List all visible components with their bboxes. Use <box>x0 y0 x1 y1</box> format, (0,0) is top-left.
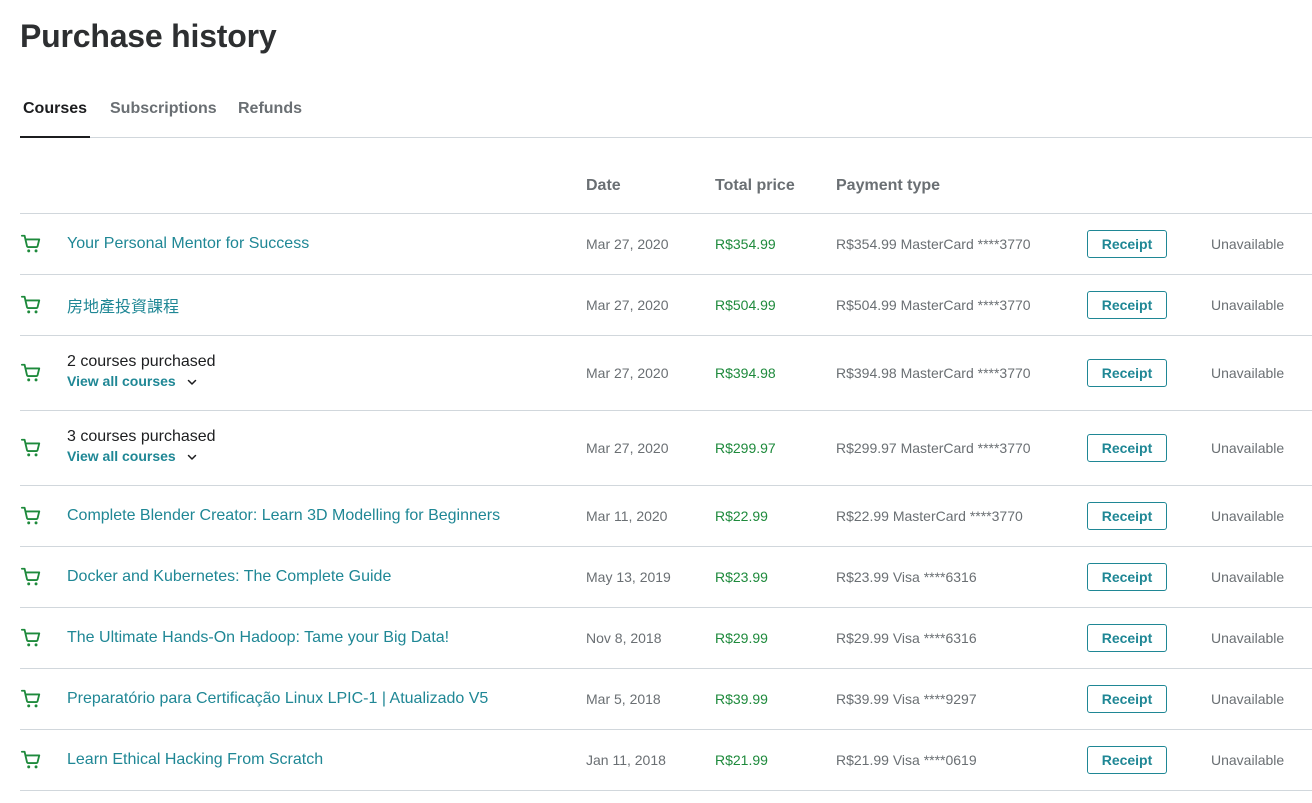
tab-courses[interactable]: Courses <box>20 90 90 138</box>
receipt-button[interactable]: Receipt <box>1087 502 1167 530</box>
payment-type: R$299.97 MasterCard ****3770 <box>836 440 1031 456</box>
table-row: Complete Blender Creator: Learn 3D Model… <box>20 486 1312 547</box>
receipt-button[interactable]: Receipt <box>1087 685 1167 713</box>
cart-icon <box>20 362 42 384</box>
page-title: Purchase history <box>20 18 277 54</box>
payment-type: R$504.99 MasterCard ****3770 <box>836 297 1031 313</box>
table-row: 2 courses purchased View all courses Mar 2… <box>20 336 1312 411</box>
course-title-link[interactable]: The Ultimate Hands-On Hadoop: Tame your … <box>67 629 449 647</box>
courses-purchased-count: 3 courses purchased <box>67 428 216 445</box>
total-price: R$354.99 <box>715 236 776 252</box>
column-header-payment-type: Payment type <box>836 177 941 194</box>
invoice-status: Unavailable <box>1211 297 1285 313</box>
multi-course-cell: 2 courses purchased View all courses <box>67 352 216 391</box>
table-row: Your Personal Mentor for Success Mar 27, … <box>20 214 1312 275</box>
purchase-date: Mar 27, 2020 <box>586 440 669 456</box>
payment-type: R$21.99 Visa ****0619 <box>836 752 977 768</box>
purchase-date: Nov 8, 2018 <box>586 630 662 646</box>
invoice-status: Unavailable <box>1211 569 1285 585</box>
table-row: Learn Ethical Hacking From Scratch Jan 11… <box>20 730 1312 791</box>
cart-icon <box>20 688 42 710</box>
view-all-courses-label: View all courses <box>67 373 176 389</box>
view-all-courses-link[interactable]: View all courses <box>67 373 198 389</box>
table-row: 房地產投資課程 Mar 27, 2020 R$504.99 R$504.99 Mast… <box>20 275 1312 336</box>
table-row: Docker and Kubernetes: The Complete Guid… <box>20 547 1312 608</box>
payment-type: R$354.99 MasterCard ****3770 <box>836 236 1031 252</box>
cart-icon <box>20 437 42 459</box>
invoice-status: Unavailable <box>1211 236 1285 252</box>
chevron-down-icon <box>186 450 198 462</box>
table-row: Preparatório para Certificação Linux LPI… <box>20 669 1312 730</box>
receipt-button[interactable]: Receipt <box>1087 291 1167 319</box>
purchase-date: Mar 27, 2020 <box>586 365 669 381</box>
column-header-date: Date <box>586 177 621 194</box>
cart-icon <box>20 749 42 771</box>
payment-type: R$29.99 Visa ****6316 <box>836 630 977 646</box>
purchase-date: Jan 11, 2018 <box>586 752 666 768</box>
purchase-date: May 13, 2019 <box>586 569 671 585</box>
total-price: R$29.99 <box>715 630 768 646</box>
course-title-link[interactable]: Learn Ethical Hacking From Scratch <box>67 751 323 769</box>
tab-refunds[interactable]: Refunds <box>238 90 302 138</box>
receipt-button[interactable]: Receipt <box>1087 563 1167 591</box>
receipt-button[interactable]: Receipt <box>1087 746 1167 774</box>
invoice-status: Unavailable <box>1211 630 1285 646</box>
total-price: R$23.99 <box>715 569 768 585</box>
course-title-link[interactable]: Preparatório para Certificação Linux LPI… <box>67 690 488 708</box>
purchase-tabs: Courses Subscriptions Refunds <box>20 90 1312 138</box>
table-row: The Ultimate Hands-On Hadoop: Tame your … <box>20 608 1312 669</box>
view-all-courses-link[interactable]: View all courses <box>67 448 198 464</box>
course-title-link[interactable]: Your Personal Mentor for Success <box>67 235 309 253</box>
total-price: R$299.97 <box>715 440 776 456</box>
tab-subscriptions[interactable]: Subscriptions <box>110 90 217 138</box>
purchase-date: Mar 27, 2020 <box>586 236 669 252</box>
payment-type: R$22.99 MasterCard ****3770 <box>836 508 1023 524</box>
total-price: R$22.99 <box>715 508 768 524</box>
purchase-date: Mar 5, 2018 <box>586 691 661 707</box>
total-price: R$504.99 <box>715 297 776 313</box>
chevron-down-icon <box>186 375 198 387</box>
total-price: R$394.98 <box>715 365 776 381</box>
receipt-button[interactable]: Receipt <box>1087 230 1167 258</box>
cart-icon <box>20 566 42 588</box>
cart-icon <box>20 294 42 316</box>
purchase-date: Mar 27, 2020 <box>586 297 669 313</box>
table-header: Date Total price Payment type <box>20 160 1312 214</box>
invoice-status: Unavailable <box>1211 691 1285 707</box>
invoice-status: Unavailable <box>1211 508 1285 524</box>
invoice-status: Unavailable <box>1211 752 1285 768</box>
course-title-link[interactable]: 房地產投資課程 <box>67 293 179 317</box>
table-row: 3 courses purchased View all courses Mar 2… <box>20 411 1312 486</box>
purchase-date: Mar 11, 2020 <box>586 508 668 524</box>
column-header-total-price: Total price <box>715 177 795 194</box>
invoice-status: Unavailable <box>1211 365 1285 381</box>
course-title-link[interactable]: Complete Blender Creator: Learn 3D Model… <box>67 507 500 525</box>
cart-icon <box>20 627 42 649</box>
invoice-status: Unavailable <box>1211 440 1285 456</box>
cart-icon <box>20 505 42 527</box>
total-price: R$21.99 <box>715 752 768 768</box>
purchase-table-body: Your Personal Mentor for Success Mar 27, … <box>20 214 1312 791</box>
receipt-button[interactable]: Receipt <box>1087 624 1167 652</box>
multi-course-cell: 3 courses purchased View all courses <box>67 427 216 466</box>
payment-type: R$39.99 Visa ****9297 <box>836 691 977 707</box>
receipt-button[interactable]: Receipt <box>1087 434 1167 462</box>
payment-type: R$23.99 Visa ****6316 <box>836 569 977 585</box>
cart-icon <box>20 233 42 255</box>
view-all-courses-label: View all courses <box>67 448 176 464</box>
receipt-button[interactable]: Receipt <box>1087 359 1167 387</box>
course-title-link[interactable]: Docker and Kubernetes: The Complete Guid… <box>67 568 391 586</box>
payment-type: R$394.98 MasterCard ****3770 <box>836 365 1031 381</box>
total-price: R$39.99 <box>715 691 768 707</box>
courses-purchased-count: 2 courses purchased <box>67 353 216 370</box>
